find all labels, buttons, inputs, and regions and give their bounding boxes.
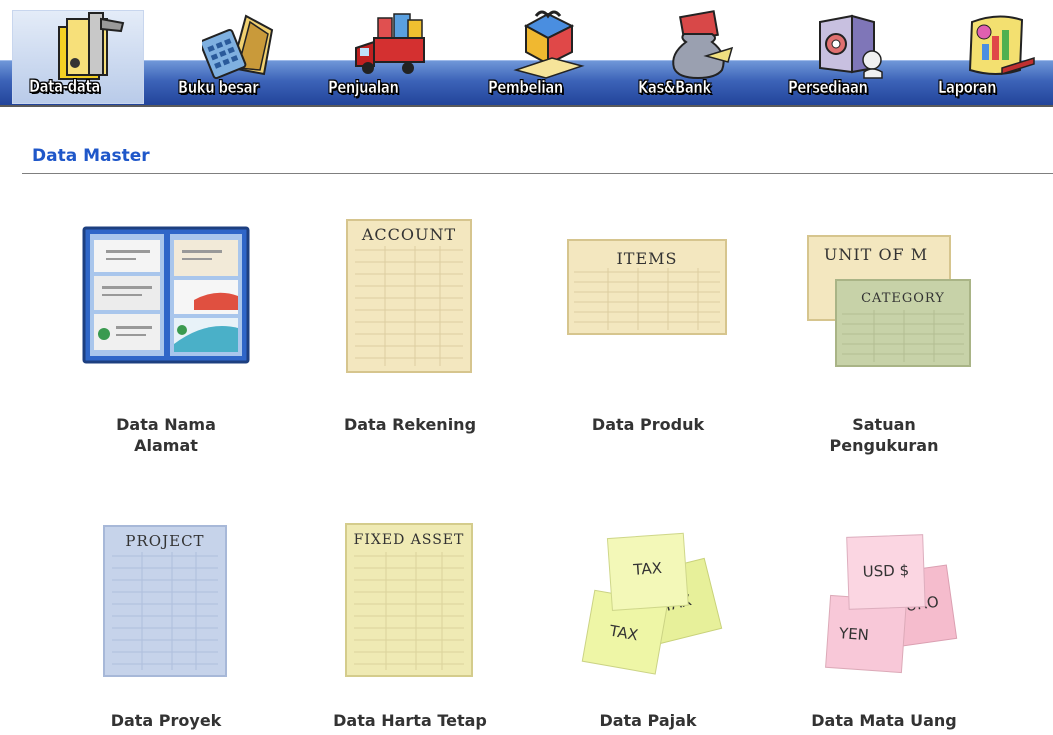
toolbar-label: Persediaan bbox=[788, 78, 868, 99]
sheet-title: ITEMS bbox=[616, 249, 677, 268]
toolbar-item-pembelian[interactable]: Pembelian bbox=[472, 6, 602, 104]
toolbar-label: Pembelian bbox=[488, 78, 564, 99]
tile-label-line-1: Data Nama bbox=[116, 415, 216, 434]
tile-data-pajak[interactable]: TAX TAX TAX Data Pajak bbox=[548, 516, 748, 735]
currency-sticky-notes-icon: EURO YEN USD $ bbox=[825, 534, 958, 674]
sheet-title: FIXED ASSET bbox=[354, 532, 465, 548]
tile-label: Data Harta Tetap bbox=[333, 711, 487, 730]
section-divider bbox=[22, 173, 1053, 174]
account-sheet-icon: ACCOUNT bbox=[346, 219, 472, 373]
toolbar-label: Data-data bbox=[29, 77, 101, 98]
project-sheet-icon: PROJECT bbox=[103, 525, 227, 677]
sheet-title: UNIT OF M bbox=[824, 245, 928, 264]
tile-label: Data Produk bbox=[591, 415, 705, 434]
tile-label-line-1: Satuan bbox=[852, 415, 916, 434]
items-sheet-icon: ITEMS bbox=[567, 239, 727, 335]
toolbar-label: Buku besar bbox=[178, 78, 259, 99]
toolbar-item-buku-besar[interactable]: Buku besar bbox=[162, 6, 292, 104]
money-bag-icon bbox=[672, 10, 734, 80]
gift-package-icon bbox=[513, 10, 585, 79]
business-card-holder-icon bbox=[82, 226, 250, 364]
tax-sticky-notes-icon: TAX TAX TAX bbox=[581, 532, 723, 675]
toolbar-item-persediaan[interactable]: Persediaan bbox=[772, 6, 902, 104]
tile-data-nama-alamat[interactable]: Data Nama Alamat bbox=[66, 210, 266, 460]
tile-label: Data Rekening bbox=[343, 415, 477, 434]
tile-data-rekening[interactable]: ACCOUNT Data Rekening bbox=[310, 210, 510, 440]
sheet-title: ACCOUNT bbox=[361, 225, 456, 244]
tile-label: Data Nama Alamat bbox=[66, 414, 266, 456]
toolbar-item-kas-bank[interactable]: Kas&Bank bbox=[622, 6, 752, 104]
toolbar-label: Penjualan bbox=[328, 78, 399, 99]
section-title: Data Master bbox=[32, 146, 150, 166]
toolbar-label: Laporan bbox=[938, 78, 997, 99]
tile-data-produk[interactable]: ITEMS Data Produk bbox=[548, 210, 748, 440]
note-text-3: YEN bbox=[837, 624, 869, 644]
toolbar-item-data-data[interactable]: Data-data bbox=[12, 10, 144, 104]
unit-category-sheets-icon: UNIT OF M CATEGORY bbox=[807, 235, 971, 367]
sheet-title-2: CATEGORY bbox=[861, 291, 945, 306]
tile-label-line-2: Alamat bbox=[134, 436, 198, 455]
warehouse-safe-icon bbox=[819, 14, 883, 79]
toolbar-item-laporan[interactable]: Laporan bbox=[922, 6, 1052, 104]
ledger-calculator-icon bbox=[202, 14, 274, 80]
note-text-1: USD $ bbox=[862, 561, 909, 581]
tile-data-mata-uang[interactable]: EURO YEN USD $ Data Mata Uang bbox=[784, 516, 984, 735]
tile-data-harta-tetap[interactable]: FIXED ASSET Data Harta Tetap bbox=[310, 516, 510, 735]
tile-label: Data Proyek bbox=[110, 711, 222, 730]
note-text-1: TAX bbox=[632, 559, 663, 579]
tile-satuan-pengukuran[interactable]: UNIT OF M CATEGORY Satuan Pengukuran bbox=[784, 210, 984, 460]
report-chart-icon bbox=[968, 15, 1035, 76]
fixed-asset-sheet-icon: FIXED ASSET bbox=[345, 523, 473, 677]
toolbar-item-penjualan[interactable]: Penjualan bbox=[312, 6, 442, 104]
sheet-title: PROJECT bbox=[125, 532, 204, 550]
folders-icon bbox=[58, 12, 125, 80]
main-toolbar: Data-data Buku besar Penjualan Pembelian… bbox=[0, 0, 1053, 112]
tile-label: Data Pajak bbox=[599, 711, 697, 730]
toolbar-label: Kas&Bank bbox=[638, 78, 712, 99]
delivery-truck-icon bbox=[355, 13, 425, 74]
tile-label-line-2: Pengukuran bbox=[829, 436, 939, 455]
tile-label: Satuan Pengukuran bbox=[784, 414, 984, 456]
tile-data-proyek[interactable]: PROJECT Data Proyek bbox=[66, 516, 266, 735]
tile-label: Data Mata Uang bbox=[811, 711, 957, 730]
